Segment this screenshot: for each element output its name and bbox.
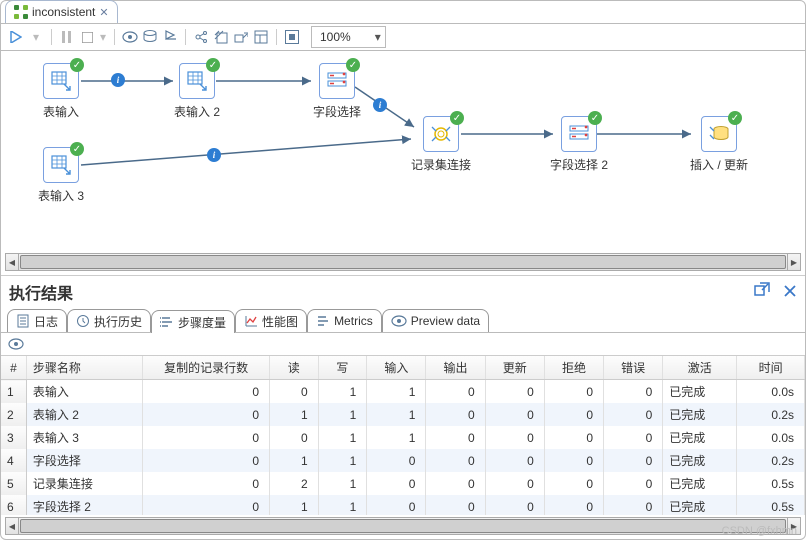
close-panel-icon[interactable] [783, 284, 797, 298]
step-insert-update[interactable]: ✓ 插入 / 更新 [679, 116, 759, 173]
check-icon[interactable] [212, 28, 230, 46]
database-explorer-icon[interactable] [141, 28, 159, 46]
editor-tabs: inconsistent ✕ [1, 1, 805, 23]
history-icon [76, 314, 90, 328]
result-tabs: 日志 执行历史 步骤度量 性能图 Metrics Preview data [1, 308, 805, 333]
step-select-values-2[interactable]: ✓ 字段选择 2 [539, 116, 619, 173]
step-label: 字段选择 [313, 103, 361, 120]
eye-icon [391, 315, 407, 327]
status-ok-icon: ✓ [70, 58, 84, 72]
sniff-icon[interactable] [232, 28, 250, 46]
col-updated[interactable]: 更新 [485, 356, 544, 380]
app-window: inconsistent ✕ ▾ ▾ 100%▾ [0, 0, 806, 540]
col-output[interactable]: 输出 [426, 356, 485, 380]
flow-canvas[interactable]: i i i ✓ 表输入 ✓ 表输入 2 ✓ 字段选择 ✓ 表输入 3 ✓ 记录集… [1, 51, 805, 251]
tab-metrics[interactable]: Metrics [307, 309, 382, 332]
table-row[interactable]: 2表输入 201110000已完成0.2s [1, 403, 805, 426]
status-ok-icon: ✓ [728, 111, 742, 125]
tab-close-icon[interactable]: ✕ [99, 6, 108, 19]
step-label: 记录集连接 [411, 156, 471, 173]
table-row[interactable]: 5记录集连接02100000已完成0.5s [1, 472, 805, 495]
watermark: CSDN @fxhmn [722, 525, 797, 537]
step-select-values[interactable]: ✓ 字段选择 [297, 63, 377, 120]
table-row[interactable]: 1表输入00110000已完成0.0s [1, 380, 805, 404]
col-copied[interactable]: 复制的记录行数 [143, 356, 270, 380]
info-badge-icon: i [207, 148, 221, 162]
col-read[interactable]: 读 [270, 356, 319, 380]
zoom-select[interactable]: 100%▾ [311, 26, 386, 48]
status-ok-icon: ✓ [70, 142, 84, 156]
toolbar: ▾ ▾ 100%▾ [1, 23, 805, 51]
impact-analysis-icon[interactable] [192, 28, 210, 46]
status-ok-icon: ✓ [588, 111, 602, 125]
detach-icon[interactable] [754, 282, 770, 298]
stop-button[interactable] [78, 28, 96, 46]
stop-options-icon[interactable]: ▾ [98, 28, 108, 46]
col-active[interactable]: 激活 [663, 356, 737, 380]
results-panel-icon[interactable] [252, 28, 270, 46]
col-time[interactable]: 时间 [737, 356, 805, 380]
bars-icon [316, 314, 330, 328]
col-input[interactable]: 输入 [367, 356, 426, 380]
step-label: 表输入 2 [174, 103, 220, 120]
show-all-icon[interactable] [7, 335, 25, 353]
tab-history[interactable]: 执行历史 [67, 309, 151, 332]
app-logo-icon [14, 5, 28, 19]
zoom-fit-icon[interactable] [283, 28, 301, 46]
tab-perf[interactable]: 性能图 [235, 309, 307, 332]
run-options-icon[interactable]: ▾ [27, 28, 45, 46]
step-label: 表输入 [43, 103, 79, 120]
log-icon [16, 314, 30, 328]
col-rejected[interactable]: 拒绝 [544, 356, 603, 380]
step-table-input-2[interactable]: ✓ 表输入 2 [157, 63, 237, 120]
status-ok-icon: ✓ [450, 111, 464, 125]
tab-log[interactable]: 日志 [7, 309, 67, 332]
col-name[interactable]: 步骤名称 [26, 356, 142, 380]
step-label: 表输入 3 [38, 187, 84, 204]
table-row[interactable]: 3表输入 300110000已完成0.0s [1, 426, 805, 449]
canvas-scrollbar[interactable]: ◀▶ [5, 253, 801, 271]
editor-tab[interactable]: inconsistent ✕ [5, 0, 118, 23]
status-ok-icon: ✓ [346, 58, 360, 72]
step-merge-join[interactable]: ✓ 记录集连接 [401, 116, 481, 173]
step-table-input-3[interactable]: ✓ 表输入 3 [21, 147, 101, 204]
run-button[interactable] [7, 28, 25, 46]
sql-icon[interactable] [161, 28, 179, 46]
step-label: 字段选择 2 [550, 156, 608, 173]
preview-icon[interactable] [121, 28, 139, 46]
table-row[interactable]: 6字段选择 201100000已完成0.5s [1, 495, 805, 515]
col-index[interactable]: # [1, 356, 26, 380]
grid-scrollbar[interactable]: ◀▶ [5, 517, 801, 535]
col-errors[interactable]: 错误 [604, 356, 663, 380]
filter-bar [1, 333, 805, 356]
tab-preview-data[interactable]: Preview data [382, 309, 489, 332]
tab-title: inconsistent [32, 5, 95, 19]
step-table-input[interactable]: ✓ 表输入 [21, 63, 101, 120]
results-panel-title: 执行结果 [1, 275, 805, 308]
table-header: # 步骤名称 复制的记录行数 读 写 输入 输出 更新 拒绝 错误 激活 时间 [1, 356, 805, 380]
chart-line-icon [244, 314, 258, 328]
table-row[interactable]: 4字段选择01100000已完成0.2s [1, 449, 805, 472]
zoom-value: 100% [320, 30, 351, 44]
tab-step-metrics[interactable]: 步骤度量 [151, 310, 235, 333]
pause-button[interactable] [58, 28, 76, 46]
status-ok-icon: ✓ [206, 58, 220, 72]
col-write[interactable]: 写 [318, 356, 367, 380]
metrics-table: # 步骤名称 复制的记录行数 读 写 输入 输出 更新 拒绝 错误 激活 时间 … [1, 356, 805, 515]
info-badge-icon: i [111, 73, 125, 87]
step-label: 插入 / 更新 [690, 156, 748, 173]
step-metrics-icon [160, 315, 174, 329]
